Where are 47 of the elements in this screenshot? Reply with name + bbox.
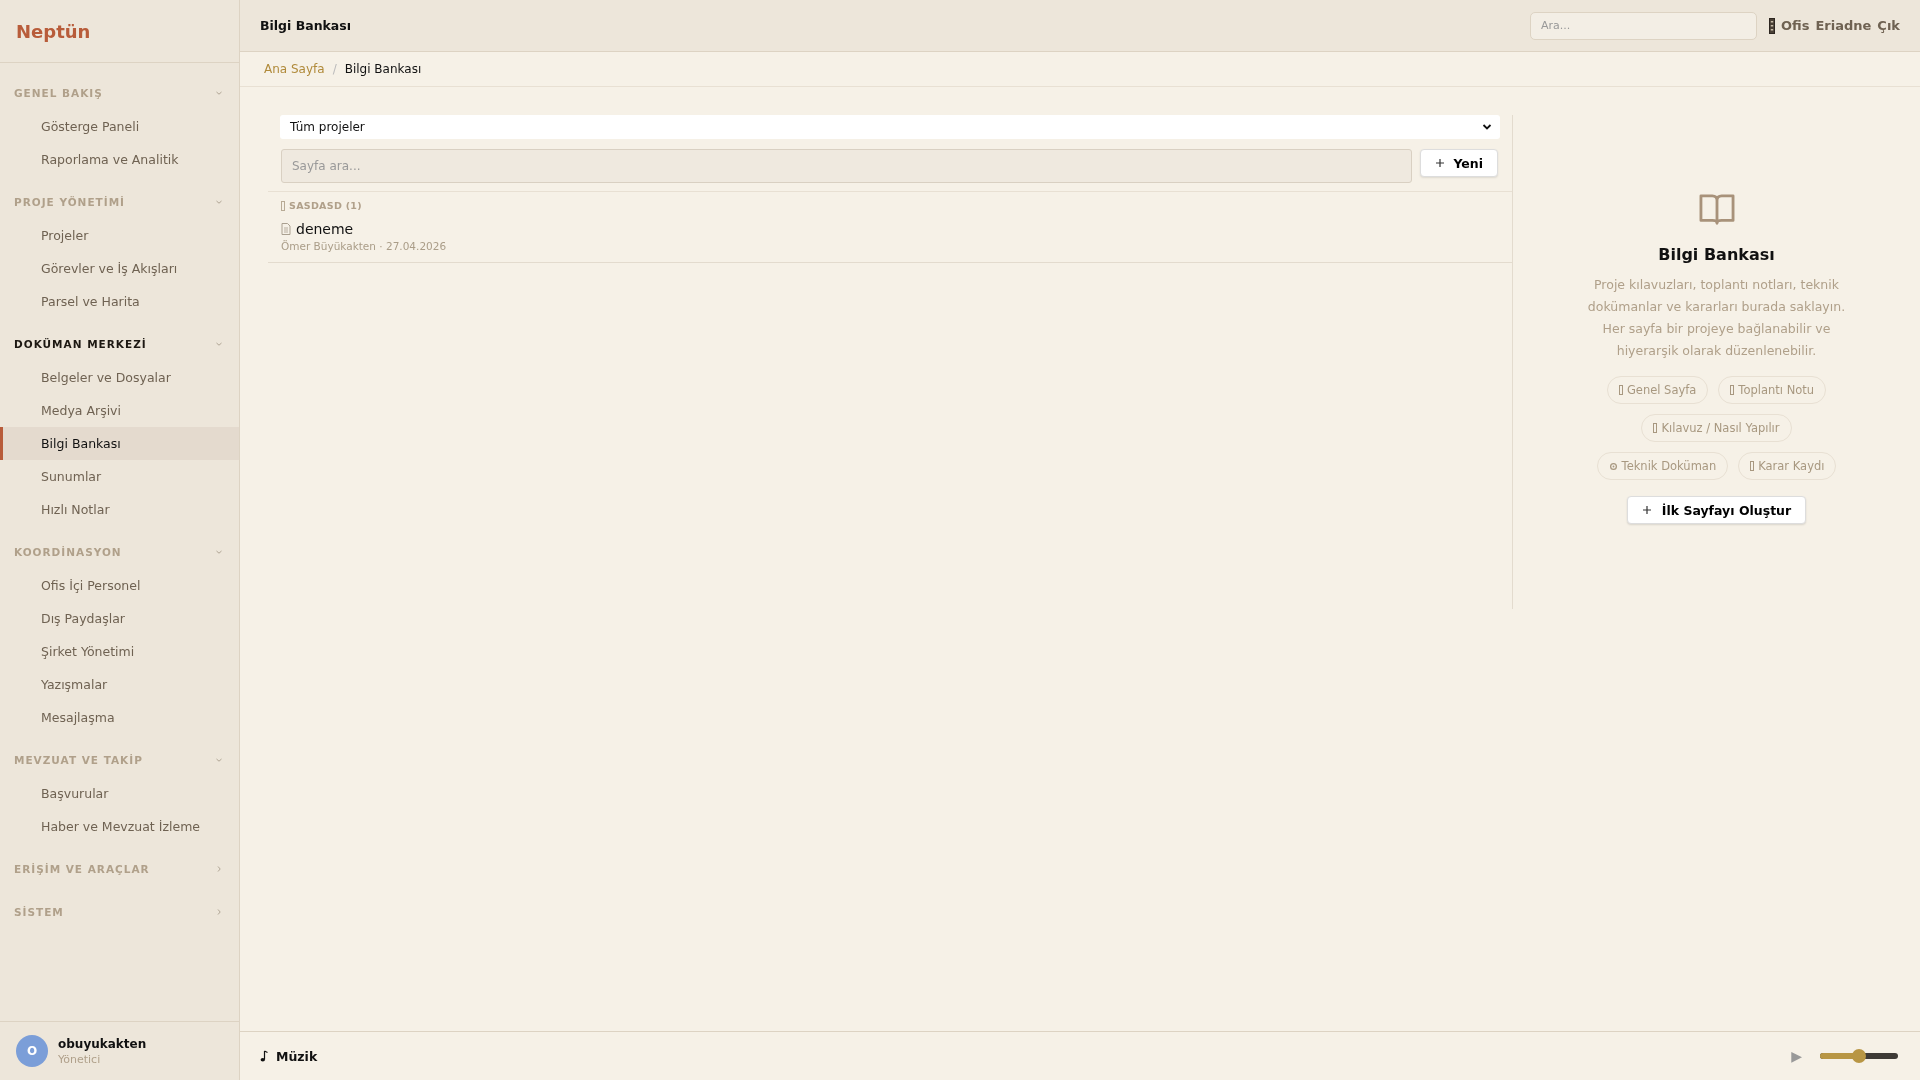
app-logo[interactable]: Neptün xyxy=(16,20,91,42)
template-chip[interactable]: Kılavuz / Nasıl Yapılır xyxy=(1641,414,1792,442)
template-chip[interactable]: Toplantı Notu xyxy=(1718,376,1827,404)
template-chip[interactable]: Karar Kaydı xyxy=(1738,452,1837,480)
play-button[interactable]: ▶ xyxy=(1791,1048,1802,1064)
nav-item[interactable]: Haber ve Mevzuat İzleme xyxy=(0,810,239,843)
user-name: obuyukakten xyxy=(58,1036,147,1051)
user-role: Yönetici xyxy=(58,1052,102,1066)
nav-item[interactable]: Raporlama ve Analitik xyxy=(0,143,239,176)
nav-item[interactable]: Yazışmalar xyxy=(0,668,239,701)
breadcrumb-separator: / xyxy=(332,62,337,76)
nav-item[interactable]: Gösterge Paneli xyxy=(0,110,239,143)
new-button[interactable]: Yeni xyxy=(1420,149,1498,177)
breadcrumb-current: Bilgi Bankası xyxy=(344,62,422,76)
page-row[interactable]: deneme Ömer Büyükakten · 27.04.2026 xyxy=(268,215,1512,263)
nav-item[interactable]: Belgeler ve Dosyalar xyxy=(0,361,239,394)
nav-item[interactable]: Mesajlaşma xyxy=(0,701,239,734)
project-select[interactable]: Tüm projeler xyxy=(280,115,1500,139)
group-title: SASDASD (1) xyxy=(289,200,362,211)
music-label: Müzik xyxy=(276,1048,318,1064)
page-title: Bilgi Bankası xyxy=(260,18,351,33)
nav-item[interactable]: Görevler ve İş Akışları xyxy=(0,252,239,285)
create-page-button[interactable]: İlk Sayfayı Oluştur xyxy=(1626,496,1807,524)
section-header[interactable]: DOKÜMAN MERKEZİ xyxy=(0,326,239,361)
nav-item[interactable]: Ofis İçi Personel xyxy=(0,569,239,602)
page-meta: Ömer Büyükakten · 27.04.2026 xyxy=(281,240,448,252)
template-chip[interactable]: Genel Sayfa xyxy=(1606,376,1709,404)
nav-item[interactable]: Projeler xyxy=(0,219,239,252)
nav-item[interactable]: Medya Arşivi xyxy=(0,394,239,427)
user-label: Eriadne xyxy=(1815,18,1872,33)
nav-item[interactable]: Dış Paydaşlar xyxy=(0,602,239,635)
nav-item[interactable]: Sunumlar xyxy=(0,460,239,493)
search-field[interactable]: Ara... xyxy=(1530,11,1757,40)
breadcrumb-link[interactable]: Ana Sayfa xyxy=(264,62,325,76)
page-search-field[interactable]: Sayfa ara... xyxy=(281,149,1413,183)
nav-item[interactable]: Şirket Yönetimi xyxy=(0,635,239,668)
nav-item[interactable]: Bilgi Bankası xyxy=(0,427,239,460)
nav-item[interactable]: Hızlı Notlar xyxy=(0,493,239,526)
nav-item[interactable]: Parsel ve Harita xyxy=(0,285,239,318)
panel-description: Proje kılavuzları, toplantı notları, teknik dokümanlar ve kararları burada saklayın. Her sayfa bir projeye bağlanabilir ve hiyerarşik olarak düzenlenebilir. xyxy=(1586,276,1847,360)
panel-title: Bilgi Bankası xyxy=(1658,245,1775,264)
user-avatar: O xyxy=(16,1035,48,1067)
nav-item[interactable]: Başvurular xyxy=(0,777,239,810)
logout-link[interactable]: Çık xyxy=(1877,18,1900,33)
page-title-text: deneme xyxy=(296,221,354,237)
template-chip[interactable]: Teknik Doküman xyxy=(1596,452,1729,480)
office-label: Ofis xyxy=(1781,18,1810,33)
